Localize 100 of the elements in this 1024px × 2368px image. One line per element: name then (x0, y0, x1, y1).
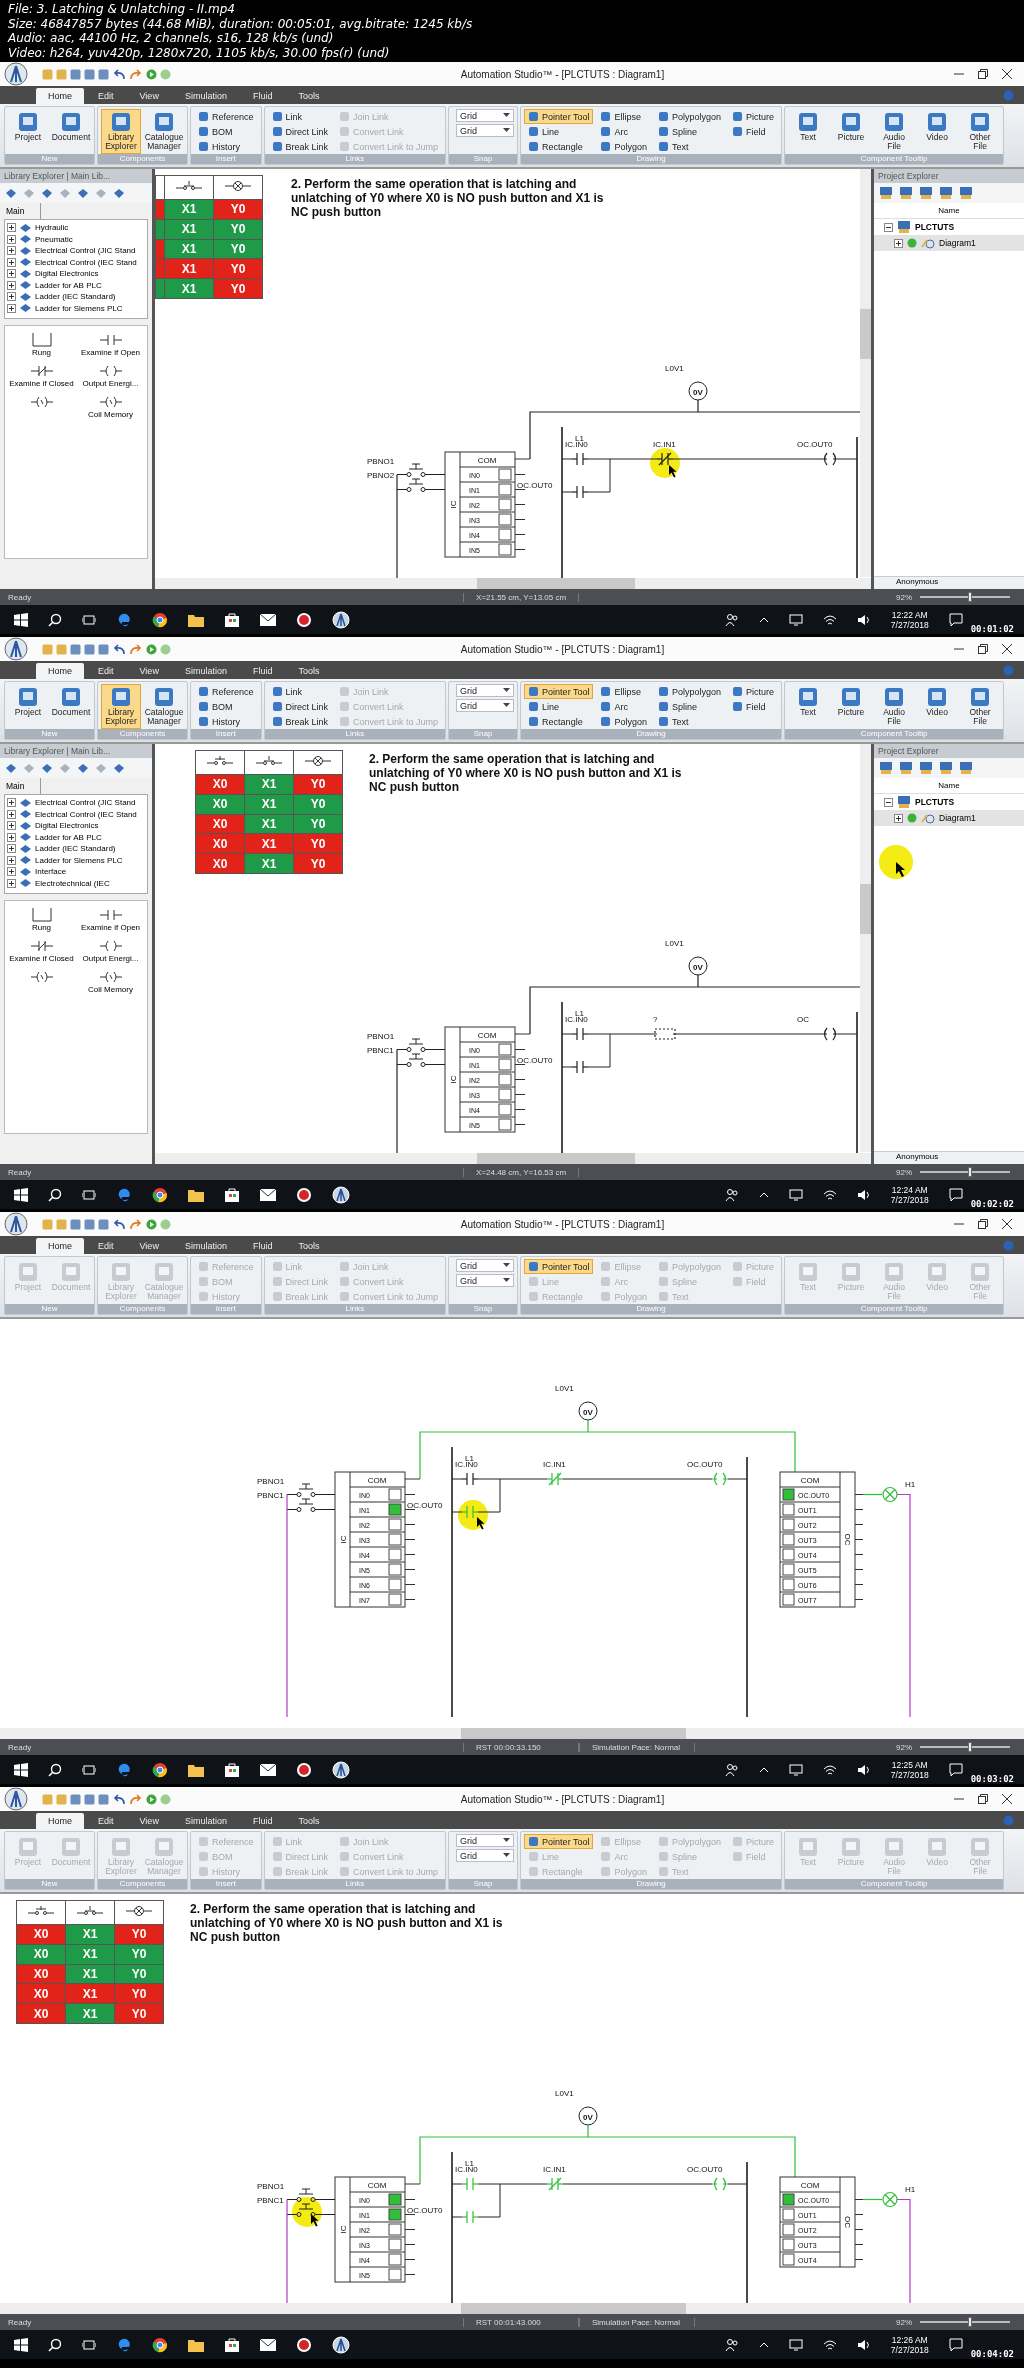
toolbar-icon[interactable] (98, 643, 109, 655)
record-icon[interactable] (296, 612, 312, 628)
close-icon[interactable] (1002, 1219, 1012, 1229)
ribbon-button[interactable]: Line (524, 699, 594, 714)
book-icon[interactable] (5, 187, 17, 199)
ribbon-button[interactable]: Document (51, 109, 91, 154)
folder-icon[interactable] (188, 1188, 204, 1202)
book-icon[interactable] (41, 762, 53, 774)
expand-icon[interactable] (7, 257, 16, 267)
ribbon-button[interactable]: Polypolygon (654, 109, 726, 124)
ribbon-tab[interactable]: Edit (86, 88, 126, 104)
ribbon-tab[interactable]: View (127, 1813, 171, 1829)
monitor-icon[interactable] (919, 761, 933, 775)
shopping-bag-icon[interactable] (224, 612, 240, 628)
tree-item[interactable]: Digital Electronics (35, 269, 99, 279)
book-icon[interactable] (113, 187, 125, 199)
ribbon-button[interactable]: Polygon (596, 714, 651, 729)
task-view-icon[interactable] (82, 1188, 96, 1202)
ribbon-button[interactable]: Other File (960, 109, 1001, 154)
ribbon-button[interactable]: Document (51, 684, 91, 729)
ribbon-tab[interactable]: Edit (86, 1813, 126, 1829)
ribbon-button[interactable]: Field (728, 124, 779, 139)
ribbon-tab[interactable]: Home (36, 1813, 84, 1829)
ribbon-tab[interactable]: Tools (286, 663, 332, 679)
grid-dropdown[interactable]: Grid (456, 684, 515, 697)
book-icon[interactable] (113, 762, 125, 774)
ribbon-button[interactable]: Library Explorer (101, 109, 141, 154)
wifi-icon[interactable] (822, 2339, 837, 2351)
component-label[interactable]: Examine if Closed (9, 954, 74, 963)
restore-icon[interactable] (978, 1219, 988, 1229)
component-label[interactable]: Coil Memory (88, 410, 133, 419)
ribbon-tab[interactable]: Home (36, 1238, 84, 1254)
caret-icon[interactable] (758, 2340, 769, 2350)
component-label[interactable]: Rung (31, 923, 52, 932)
column-header[interactable]: Name (874, 778, 1024, 794)
ribbon-button[interactable]: Text (654, 139, 726, 154)
ribbon-button[interactable]: Video (917, 684, 958, 729)
grid-dropdown[interactable]: Grid (456, 109, 515, 122)
toolbar-icon[interactable] (70, 1793, 81, 1805)
speaker-icon[interactable] (856, 2339, 871, 2351)
ribbon-button[interactable]: Reference (194, 684, 258, 699)
toolbar-icon[interactable] (98, 1218, 109, 1230)
ribbon-button[interactable]: Library Explorer (101, 684, 141, 729)
start-icon[interactable] (14, 1188, 28, 1202)
monitor-icon[interactable] (899, 761, 913, 775)
monitor-icon[interactable] (939, 186, 953, 200)
wifi-icon[interactable] (822, 1764, 837, 1776)
tree-item[interactable]: Electrotechnical (IEC (35, 878, 110, 888)
ribbon-button[interactable]: Audio File (874, 109, 915, 154)
ribbon-button[interactable]: Polypolygon (654, 684, 726, 699)
component-label[interactable]: Coil Memory (88, 985, 133, 994)
toolbar-icon[interactable] (70, 1218, 81, 1230)
play-icon[interactable] (146, 68, 157, 80)
app-logo-icon[interactable] (4, 1787, 28, 1811)
speaker-icon[interactable] (856, 1764, 871, 1776)
ribbon-button[interactable]: Picture (831, 109, 872, 154)
expand-icon[interactable] (894, 813, 903, 823)
toolbar-icon[interactable] (98, 68, 109, 80)
ribbon-button[interactable]: Direct Link (267, 124, 333, 139)
ribbon-tab[interactable]: Fluid (240, 1238, 285, 1254)
monitor-icon[interactable] (788, 614, 803, 626)
monitor-icon[interactable] (879, 186, 893, 200)
ribbon-button[interactable]: Link (267, 684, 333, 699)
notification-icon[interactable] (948, 1763, 963, 1777)
redo-icon[interactable] (129, 68, 143, 80)
component-label[interactable]: Output Energi... (82, 379, 139, 388)
toolbar-icon[interactable] (84, 1793, 95, 1805)
people-icon[interactable] (724, 613, 739, 627)
task-view-icon[interactable] (82, 2338, 96, 2352)
book-icon[interactable] (41, 187, 53, 199)
ribbon-tab[interactable]: Home (36, 88, 84, 104)
ribbon-button[interactable]: Text (788, 109, 829, 154)
ribbon-button[interactable]: Rectangle (524, 714, 594, 729)
task-view-icon[interactable] (82, 1763, 96, 1777)
monitor-icon[interactable] (919, 186, 933, 200)
ribbon-button[interactable]: Video (917, 109, 958, 154)
tree-item[interactable]: Pneumatic (35, 234, 73, 244)
component-label[interactable]: Examine if Open (80, 348, 141, 357)
record-icon[interactable] (296, 1187, 312, 1203)
monitor-icon[interactable] (959, 761, 973, 775)
search-icon[interactable] (48, 2338, 62, 2352)
ribbon-button[interactable]: Arc (596, 124, 651, 139)
undo-icon[interactable] (112, 1793, 126, 1805)
shopping-bag-icon[interactable] (224, 1187, 240, 1203)
scrollbar[interactable] (0, 1728, 1024, 1739)
monitor-icon[interactable] (788, 2339, 803, 2351)
ribbon-tab[interactable]: Tools (286, 1813, 332, 1829)
grid-dropdown[interactable]: Grid (456, 699, 515, 712)
ribbon-tab[interactable]: Home (36, 663, 84, 679)
tree-item[interactable]: Ladder for Siemens PLC (35, 855, 123, 865)
folder-icon[interactable] (188, 2338, 204, 2352)
ribbon-button[interactable]: Polygon (596, 139, 651, 154)
tree-item[interactable]: Ladder for AB PLC (35, 832, 102, 842)
ribbon-button[interactable]: Spline (654, 699, 726, 714)
component-label[interactable]: Examine if Open (80, 923, 141, 932)
envelope-icon[interactable] (260, 1189, 276, 1201)
expand-icon[interactable] (7, 809, 16, 819)
restore-icon[interactable] (978, 1794, 988, 1804)
expand-icon[interactable] (7, 798, 16, 808)
app-logo-icon[interactable] (4, 637, 28, 661)
